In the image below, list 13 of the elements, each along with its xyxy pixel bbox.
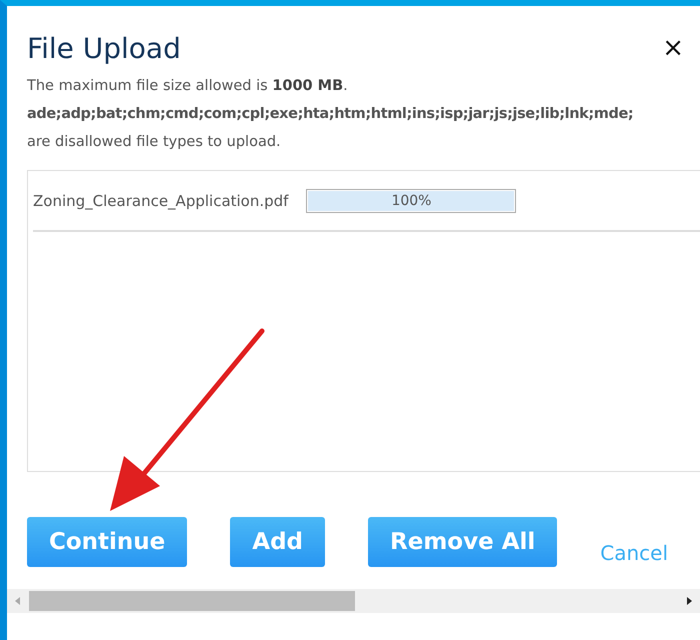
scroll-thumb[interactable] — [29, 591, 355, 611]
disallowed-note: are disallowed file types to upload. — [26, 133, 282, 152]
action-button[interactable]: Continue — [27, 517, 188, 567]
size-note: The maximum file size allowed is 1000 MB. — [26, 77, 349, 96]
action-button[interactable]: Add — [230, 517, 326, 567]
dialog-title: File Upload — [27, 32, 181, 64]
horizontal-scrollbar[interactable] — [7, 589, 700, 613]
file-name: Zoning_Clearance_Application.pdf — [33, 192, 288, 210]
cancel-link[interactable]: Cancel — [600, 541, 668, 565]
file-types-list: ade;adp;bat;chm;cmd;com;cpl;exe;hta;htm;html;ins;isp;jar;js;jse;lib;lnk;mde; — [7, 100, 700, 128]
action-button[interactable]: Remove All — [368, 517, 558, 567]
close-button[interactable]: × — [662, 33, 684, 63]
progress-reading: 100% — [390, 192, 432, 211]
